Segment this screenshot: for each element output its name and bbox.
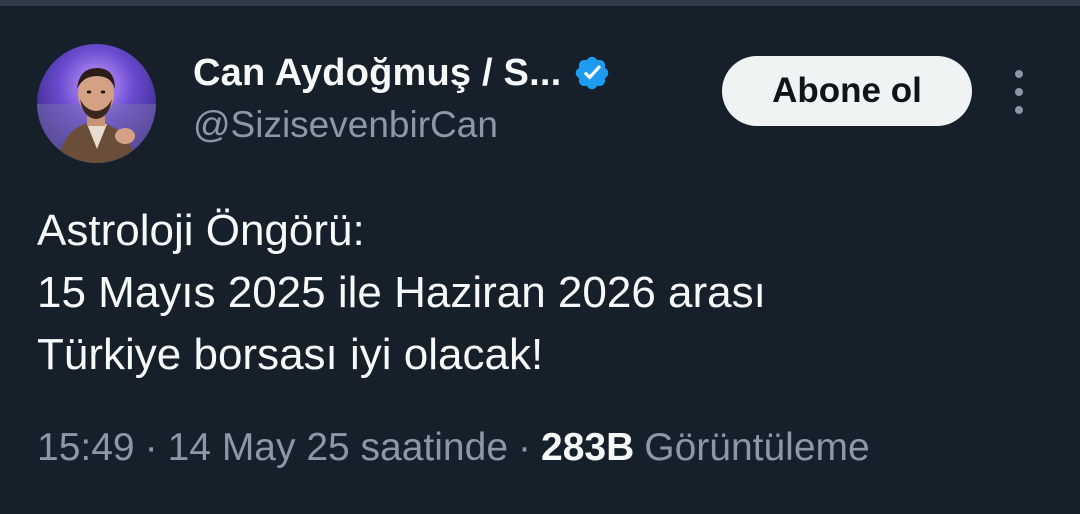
top-divider <box>0 0 1080 6</box>
more-options-icon[interactable] <box>1004 70 1034 114</box>
more-dot <box>1015 70 1023 78</box>
tweet-meta: 15:49 · 14 May 25 saatinde · 283B Görünt… <box>37 422 870 474</box>
tweet-text-line: Astroloji Öngörü: <box>37 206 365 255</box>
more-dot <box>1015 88 1023 96</box>
tweet-date[interactable]: 14 May 25 saatinde <box>168 426 508 470</box>
avatar[interactable] <box>37 44 156 163</box>
follow-button[interactable]: Abone ol <box>722 56 972 126</box>
meta-separator: · <box>518 426 532 469</box>
author-display-name[interactable]: Can Aydoğmuş / S... <box>193 52 561 95</box>
tweet-text-line: Türkiye borsası iyi olacak! <box>37 330 544 379</box>
tweet-text: Astroloji Öngörü: 15 Mayıs 2025 ile Hazi… <box>37 200 1037 386</box>
views-label[interactable]: Görüntüleme <box>644 426 869 470</box>
more-dot <box>1015 106 1023 114</box>
tweet-card: Can Aydoğmuş / S... @SizisevenbirCan Abo… <box>0 0 1080 514</box>
meta-separator: · <box>144 426 158 469</box>
tweet-time[interactable]: 15:49 <box>37 426 135 470</box>
tweet-text-line: 15 Mayıs 2025 ile Haziran 2026 arası <box>37 268 766 317</box>
author-handle[interactable]: @SizisevenbirCan <box>193 104 498 146</box>
verified-badge-icon <box>573 54 611 92</box>
author-name-row[interactable]: Can Aydoğmuş / S... <box>193 50 611 96</box>
views-count[interactable]: 283B <box>541 426 634 470</box>
